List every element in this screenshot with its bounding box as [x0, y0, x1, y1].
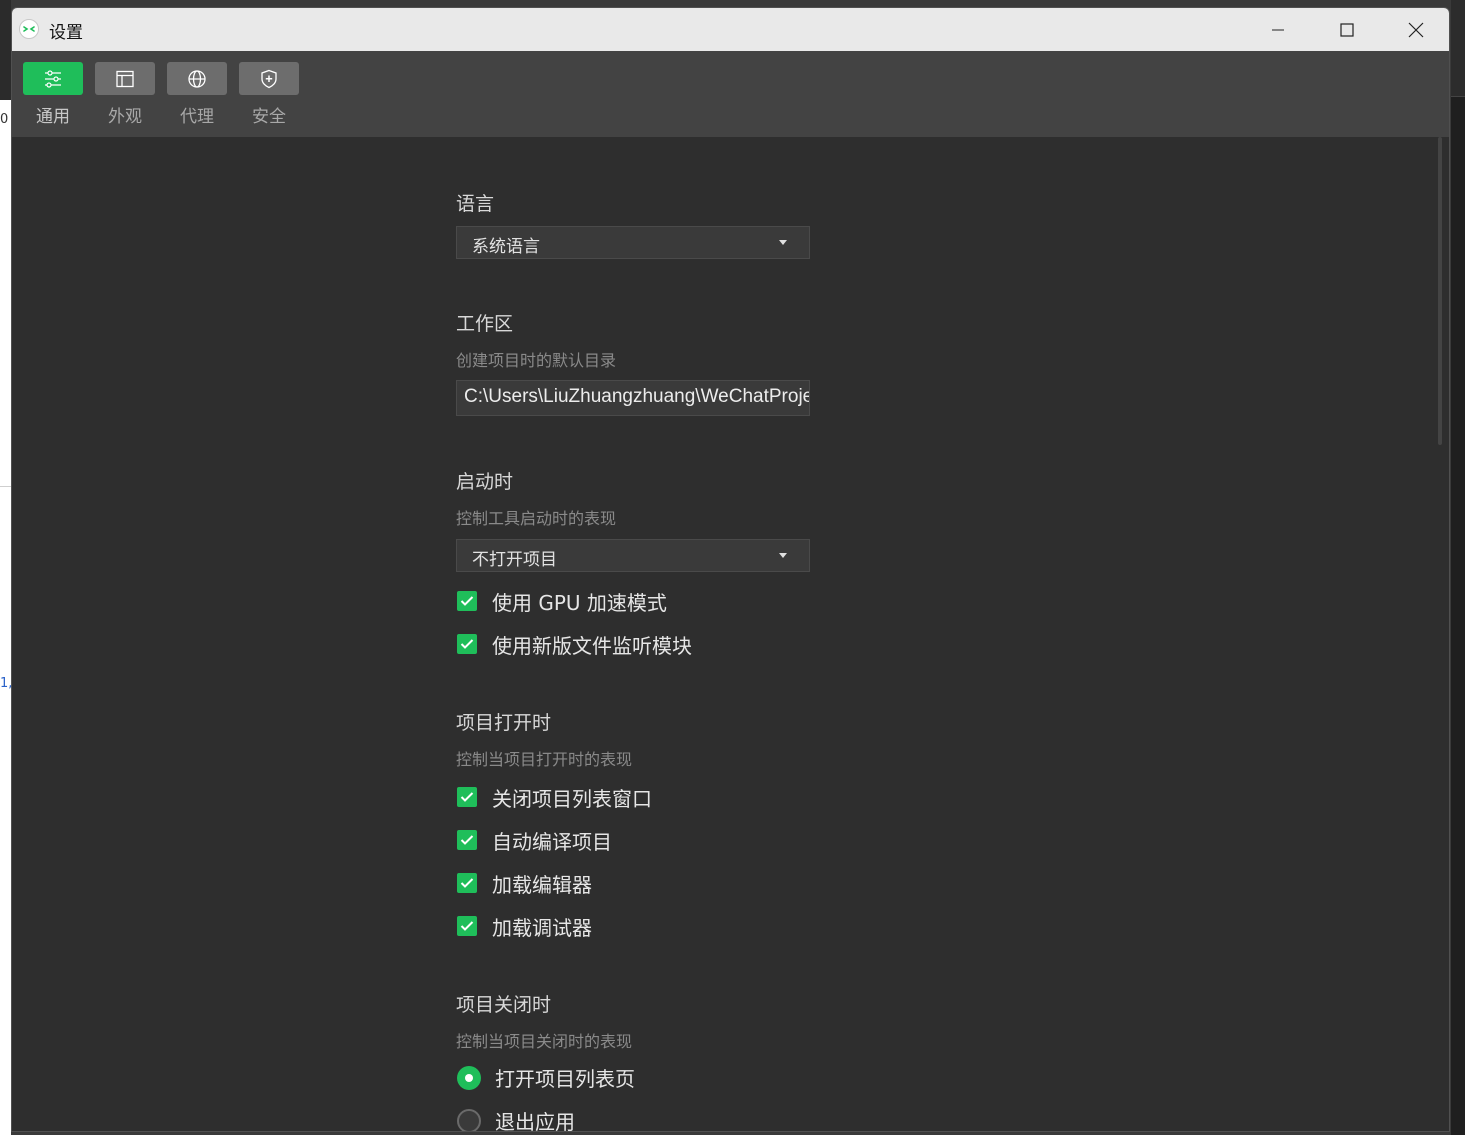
- caret-down-icon: [779, 240, 787, 245]
- tab-general[interactable]: 通用: [23, 62, 83, 132]
- auto-compile-label: 自动编译项目: [492, 830, 612, 854]
- load-editor-checkbox[interactable]: [457, 873, 477, 893]
- checkmark-icon: [460, 878, 474, 888]
- file-watcher-label: 使用新版文件监听模块: [492, 634, 692, 658]
- maximize-icon: [1340, 22, 1354, 37]
- quit-app-radio[interactable]: [457, 1109, 481, 1131]
- quit-app-label: 退出应用: [495, 1110, 575, 1132]
- language-title: 语言: [456, 193, 495, 215]
- settings-toolbar: 通用 外观 代理 安全: [12, 51, 1449, 137]
- checkmark-icon: [460, 596, 474, 606]
- checkmark-icon: [460, 639, 474, 649]
- title-bar: 设置: [12, 8, 1449, 51]
- minimize-icon: [1272, 29, 1284, 30]
- gpu-acceleration-label: 使用 GPU 加速模式: [492, 591, 667, 615]
- startup-select[interactable]: 不打开项目: [456, 539, 810, 572]
- tab-proxy-button[interactable]: [167, 62, 227, 95]
- auto-compile-checkbox[interactable]: [457, 830, 477, 850]
- settings-content[interactable]: 语言 系统语言 工作区 创建项目时的默认目录 C:\Users\LiuZhuan…: [12, 137, 1449, 1132]
- workspace-title: 工作区: [456, 313, 514, 335]
- language-select-value: 系统语言: [472, 237, 540, 257]
- checkmark-icon: [460, 835, 474, 845]
- background-text-fragment: 0: [0, 112, 9, 127]
- load-debugger-label: 加载调试器: [492, 916, 592, 940]
- checkmark-icon: [460, 792, 474, 802]
- project-open-desc: 控制当项目打开时的表现: [456, 750, 633, 769]
- background-app-right-header: [1451, 0, 1465, 97]
- close-project-list-checkbox[interactable]: [457, 787, 477, 807]
- tab-proxy[interactable]: 代理: [167, 62, 227, 132]
- startup-title: 启动时: [456, 471, 514, 493]
- startup-select-value: 不打开项目: [472, 550, 557, 570]
- tab-proxy-label: 代理: [180, 107, 214, 127]
- file-watcher-checkbox[interactable]: [457, 634, 477, 654]
- open-project-list-radio[interactable]: [457, 1066, 481, 1090]
- caret-down-icon: [779, 553, 787, 558]
- background-divider: [0, 486, 11, 487]
- close-button[interactable]: [1383, 8, 1449, 51]
- tab-appearance-label: 外观: [108, 107, 142, 127]
- shield-icon: [261, 69, 277, 88]
- background-app-left-header: [0, 0, 11, 100]
- maximize-button[interactable]: [1314, 8, 1380, 51]
- globe-icon: [188, 69, 206, 88]
- language-select[interactable]: 系统语言: [456, 226, 810, 259]
- project-close-desc: 控制当项目关闭时的表现: [456, 1032, 633, 1051]
- tab-general-label: 通用: [36, 107, 70, 127]
- open-project-list-label: 打开项目列表页: [495, 1067, 635, 1091]
- content-scrollbar[interactable]: [1438, 137, 1442, 445]
- window-icon: [116, 70, 134, 87]
- project-close-title: 项目关闭时: [456, 994, 552, 1016]
- window-title: 设置: [49, 23, 83, 43]
- tab-appearance[interactable]: 外观: [95, 62, 155, 132]
- load-debugger-checkbox[interactable]: [457, 916, 477, 936]
- tab-general-button[interactable]: [23, 62, 83, 95]
- close-project-list-label: 关闭项目列表窗口: [492, 787, 652, 811]
- checkmark-icon: [460, 921, 474, 931]
- sliders-icon: [45, 69, 61, 88]
- background-app-right: [1451, 0, 1465, 1135]
- tab-security-button[interactable]: [239, 62, 299, 95]
- workspace-path-input[interactable]: C:\Users\LiuZhuangzhuang\WeChatProjects: [456, 380, 810, 416]
- wechat-devtools-logo-icon: [19, 19, 39, 39]
- tab-security-label: 安全: [252, 107, 286, 127]
- tab-appearance-button[interactable]: [95, 62, 155, 95]
- gpu-acceleration-checkbox[interactable]: [457, 591, 477, 611]
- settings-window: 设置 通用 外观 代理 安全 语言 系统语言 工作区 创建项目时的默认目录 C:…: [11, 7, 1450, 1132]
- tab-security[interactable]: 安全: [239, 62, 299, 132]
- close-icon: [1408, 22, 1424, 37]
- project-open-title: 项目打开时: [456, 712, 552, 734]
- startup-desc: 控制工具启动时的表现: [456, 509, 617, 528]
- load-editor-label: 加载编辑器: [492, 873, 592, 897]
- workspace-desc: 创建项目时的默认目录: [456, 351, 617, 370]
- minimize-button[interactable]: [1245, 8, 1311, 51]
- background-app-left: 0 1,: [0, 0, 12, 1135]
